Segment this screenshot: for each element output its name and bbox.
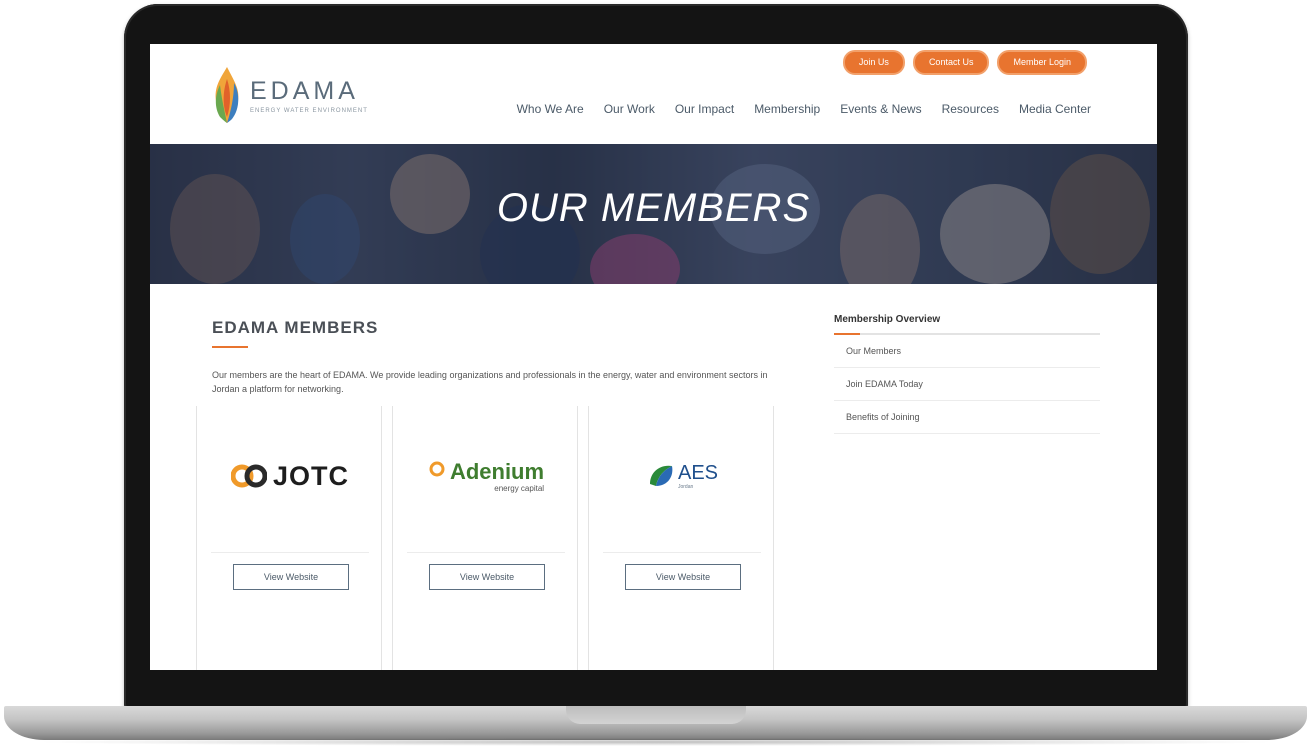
adenium-logo-sub: energy capital	[494, 483, 545, 493]
aes-logo-icon	[649, 465, 673, 486]
contact-us-button[interactable]: Contact Us	[912, 50, 990, 75]
card-divider	[407, 552, 565, 553]
hero-title: OUR MEMBERS	[496, 186, 811, 230]
page-title: EDAMA MEMBERS	[212, 318, 379, 337]
sidebar-item-benefits[interactable]: Benefits of Joining	[834, 401, 1100, 434]
aes-logo-text: AES	[677, 462, 719, 484]
member-logo-aes: AES Jordan	[589, 446, 775, 506]
sidebar-item-join-today[interactable]: Join EDAMA Today	[834, 368, 1100, 401]
logo-text: EDAMA	[250, 76, 359, 105]
nav-item-media-center[interactable]: Media Center	[1019, 102, 1091, 116]
join-us-button[interactable]: Join Us	[842, 50, 905, 75]
laptop-shadow	[30, 738, 1281, 746]
sidebar: Membership Overview Our Members Join EDA…	[834, 314, 1100, 434]
laptop-notch	[566, 706, 746, 724]
heading-accent-rule	[212, 346, 248, 348]
flame-logo-icon	[215, 67, 239, 123]
sidebar-title: Membership Overview	[834, 314, 1100, 335]
nav-item-resources[interactable]: Resources	[942, 102, 999, 116]
nav-item-our-work[interactable]: Our Work	[604, 102, 655, 116]
nav-item-who-we-are[interactable]: Who We Are	[517, 102, 584, 116]
view-website-button[interactable]: View Website	[233, 564, 349, 590]
member-logo-jotc: JOTC	[197, 446, 383, 506]
view-website-button[interactable]: View Website	[625, 564, 741, 590]
member-card: AES Jordan View Website	[588, 406, 774, 670]
aes-logo-sub: Jordan	[677, 484, 694, 490]
logo-tagline: ENERGY WATER ENVIRONMENT	[250, 107, 368, 114]
nav-item-events-news[interactable]: Events & News	[840, 102, 921, 116]
jotc-logo-text: JOTC	[272, 460, 349, 491]
jotc-logo-icon	[230, 464, 267, 488]
intro-text: Our members are the heart of EDAMA. We p…	[212, 370, 768, 394]
card-divider	[603, 552, 761, 553]
nav-item-our-impact[interactable]: Our Impact	[675, 102, 734, 116]
top-action-buttons: Join Us Contact Us Member Login	[842, 50, 1087, 75]
main-nav: Who We Are Our Work Our Impact Membershi…	[517, 102, 1091, 116]
member-card: JOTC View Website	[196, 406, 382, 670]
card-divider	[211, 552, 369, 553]
hero-banner: OUR MEMBERS	[150, 144, 1157, 284]
adenium-logo-icon	[429, 461, 445, 476]
sidebar-item-our-members[interactable]: Our Members	[834, 335, 1100, 368]
main-content: EDAMA MEMBERS Our members are the heart …	[150, 284, 1157, 670]
site-logo[interactable]: EDAMA ENERGY WATER ENVIRONMENT	[210, 62, 370, 128]
laptop-screen: EDAMA ENERGY WATER ENVIRONMENT Join Us C…	[150, 44, 1157, 670]
adenium-logo-text: Adenium	[449, 458, 545, 484]
view-website-button[interactable]: View Website	[429, 564, 545, 590]
member-logo-adenium: Adenium energy capital	[393, 446, 579, 506]
members-grid: JOTC View Website Adenium energy capital	[196, 406, 796, 670]
member-login-button[interactable]: Member Login	[997, 50, 1087, 75]
site-header: EDAMA ENERGY WATER ENVIRONMENT Join Us C…	[150, 44, 1157, 144]
member-card: Adenium energy capital View Website	[392, 406, 578, 670]
nav-item-membership[interactable]: Membership	[754, 102, 820, 116]
